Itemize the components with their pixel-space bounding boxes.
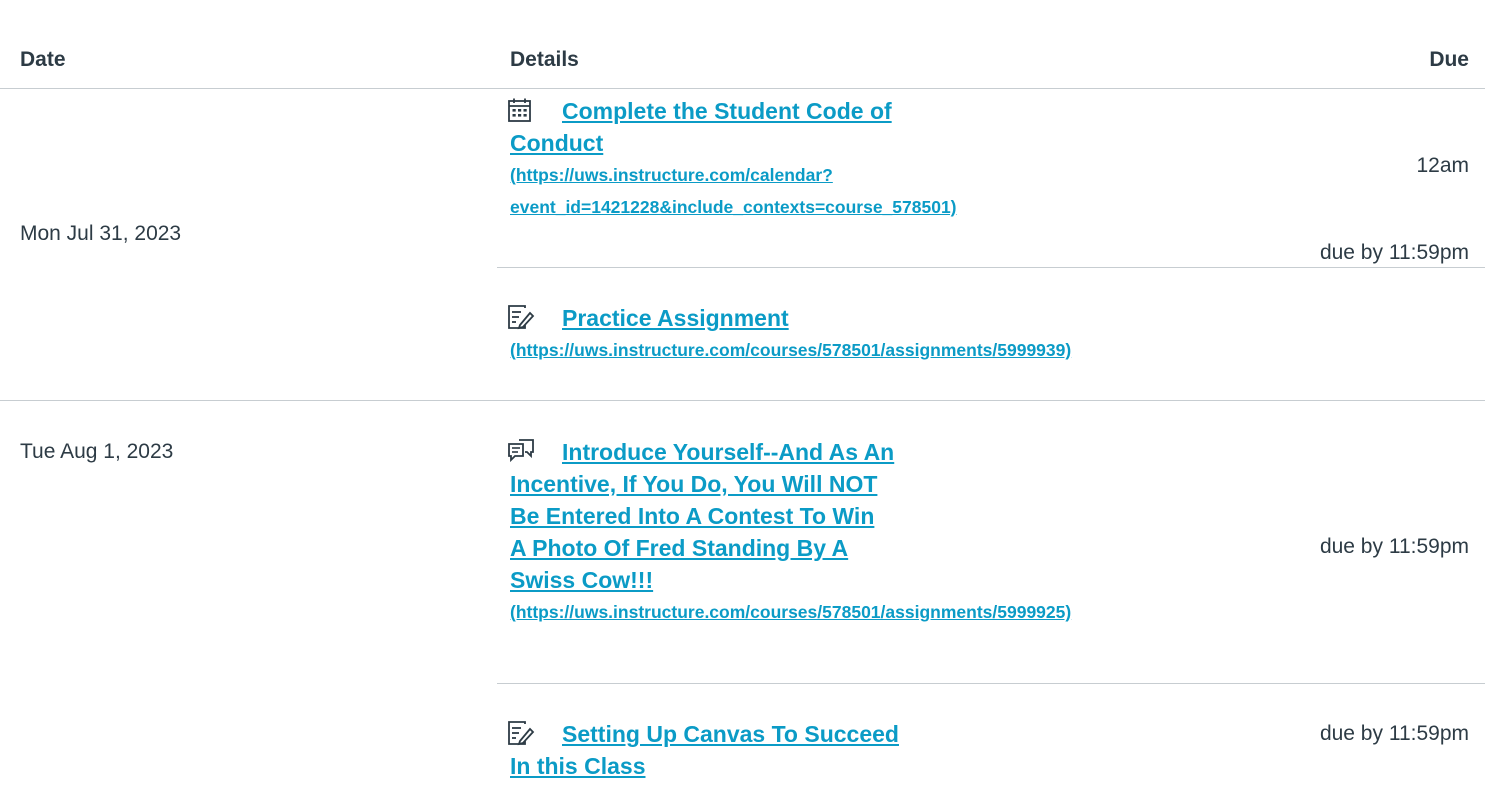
syllabus-item: Complete the Student Code of Conduct (ht… [507,95,970,223]
item-url-link[interactable]: event_id=1421228&include_contexts=course… [510,191,970,223]
row-divider [0,400,1485,401]
item-title-link[interactable]: A Photo Of Fred Standing By A [510,532,970,564]
item-divider [497,267,1485,268]
item-divider [497,683,1485,684]
item-title-link[interactable]: In this Class [510,750,970,782]
item-title-link[interactable]: Setting Up Canvas To Succeed [510,718,970,750]
syllabus-item: Setting Up Canvas To Succeed In this Cla… [507,718,970,782]
item-url-link[interactable]: (https://uws.instructure.com/courses/578… [510,596,1071,628]
header-due: Due [1429,48,1469,71]
item-url-link[interactable]: (https://uws.instructure.com/calendar? [510,159,970,191]
item-title-link[interactable]: Be Entered Into A Contest To Win [510,500,970,532]
header-details: Details [510,48,579,71]
row-date: Mon Jul 31, 2023 [20,222,182,245]
discussion-icon [507,438,537,466]
due-time: due by 11:59pm [1319,241,1469,264]
item-title-link[interactable]: Complete the Student Code of [510,95,970,127]
item-title-link[interactable]: Incentive, If You Do, You Will NOT [510,468,970,500]
assignment-icon [507,720,537,748]
item-title-link[interactable]: Swiss Cow!!! [510,564,970,596]
assignment-icon [507,304,537,332]
syllabus-item: Practice Assignment (https://uws.instruc… [507,302,1071,366]
due-time: due by 11:59pm [1319,535,1469,558]
syllabus-item: Introduce Yourself--And As An Incentive,… [507,436,1071,628]
row-date: Tue Aug 1, 2023 [20,440,174,463]
item-url-link[interactable]: (https://uws.instructure.com/courses/578… [510,334,1071,366]
item-title-link[interactable]: Introduce Yourself--And As An [510,436,970,468]
header-date: Date [20,48,66,71]
item-title-link[interactable]: Conduct [510,127,970,159]
due-time: due by 11:59pm [1319,722,1469,745]
item-title-link[interactable]: Practice Assignment [510,302,970,334]
calendar-icon [507,97,537,125]
header-divider [0,88,1485,89]
due-time: 12am [1416,154,1469,177]
